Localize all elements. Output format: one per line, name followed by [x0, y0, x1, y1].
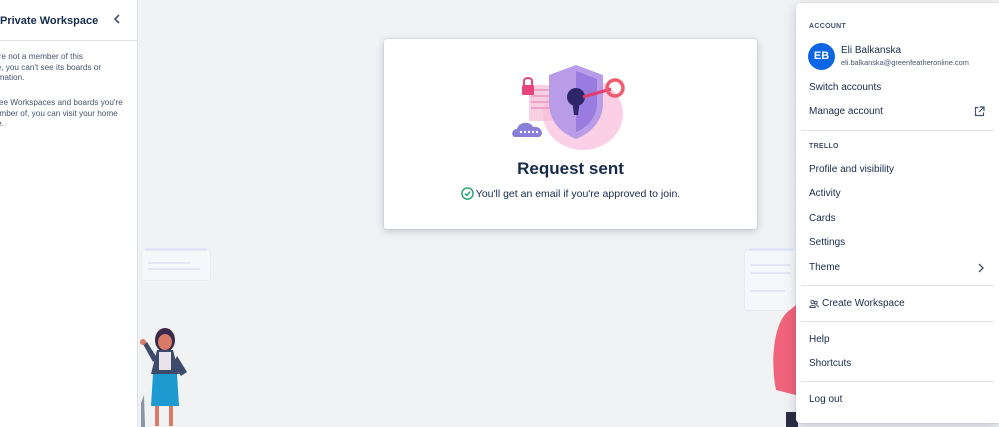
settings-item[interactable]: Settings: [796, 232, 999, 254]
external-link-icon: [974, 106, 985, 117]
profile-visibility-item[interactable]: Profile and visibility: [796, 159, 999, 181]
not-member-text: ou're not a member of this ace, you can'…: [0, 52, 102, 82]
plant-illustration: [141, 395, 145, 427]
switch-accounts-item[interactable]: Switch accounts: [796, 77, 999, 99]
theme-item[interactable]: Theme: [796, 257, 999, 279]
request-sent-title: Request sent: [517, 159, 624, 178]
help-item[interactable]: Help: [796, 329, 999, 351]
check-circle-icon: [460, 187, 474, 200]
create-workspace-item[interactable]: Create Workspace: [796, 293, 999, 315]
menu-divider: [801, 285, 994, 286]
chevron-right-icon: [978, 263, 984, 273]
account-menu: ACCOUNT EB Eli Balkanska eli.balkanska@g…: [796, 3, 999, 423]
request-sent-card: Request sent You'll get an email if you'…: [384, 39, 757, 229]
cards-item[interactable]: Cards: [796, 208, 999, 230]
trello-section-label: TRELLO: [809, 143, 839, 150]
collapse-sidebar-button[interactable]: [111, 11, 123, 27]
workspace-sidebar: Private Workspace ou're not a member of …: [0, 0, 138, 427]
account-email: eli.balkanska@greenfeatheronline.com: [841, 58, 969, 67]
avatar: EB: [808, 43, 835, 70]
approval-message: You'll get an email if you're approved t…: [384, 187, 757, 200]
sidebar-header: Private Workspace: [0, 0, 137, 41]
manage-account-item[interactable]: Manage account: [796, 101, 999, 123]
sidebar-title: Private Workspace: [0, 15, 99, 27]
menu-divider: [801, 321, 994, 322]
shortcuts-item[interactable]: Shortcuts: [796, 353, 999, 375]
person-illustration-right: [773, 305, 798, 427]
workspace-people-icon: [809, 299, 819, 308]
account-section-label: ACCOUNT: [809, 23, 847, 30]
approval-message-text: You'll get an email if you're approved t…: [475, 188, 681, 200]
decorative-board-left: [141, 248, 211, 281]
security-shield-illustration: [512, 65, 625, 150]
menu-divider: [801, 130, 994, 131]
log-out-item[interactable]: Log out: [796, 389, 999, 411]
menu-divider: [801, 381, 994, 382]
activity-item[interactable]: Activity: [796, 183, 999, 205]
visit-home-text: o see Workspaces and boards you're membe…: [0, 98, 123, 128]
chevron-left-icon: [113, 14, 120, 24]
account-name: Eli Balkanska: [841, 45, 902, 56]
